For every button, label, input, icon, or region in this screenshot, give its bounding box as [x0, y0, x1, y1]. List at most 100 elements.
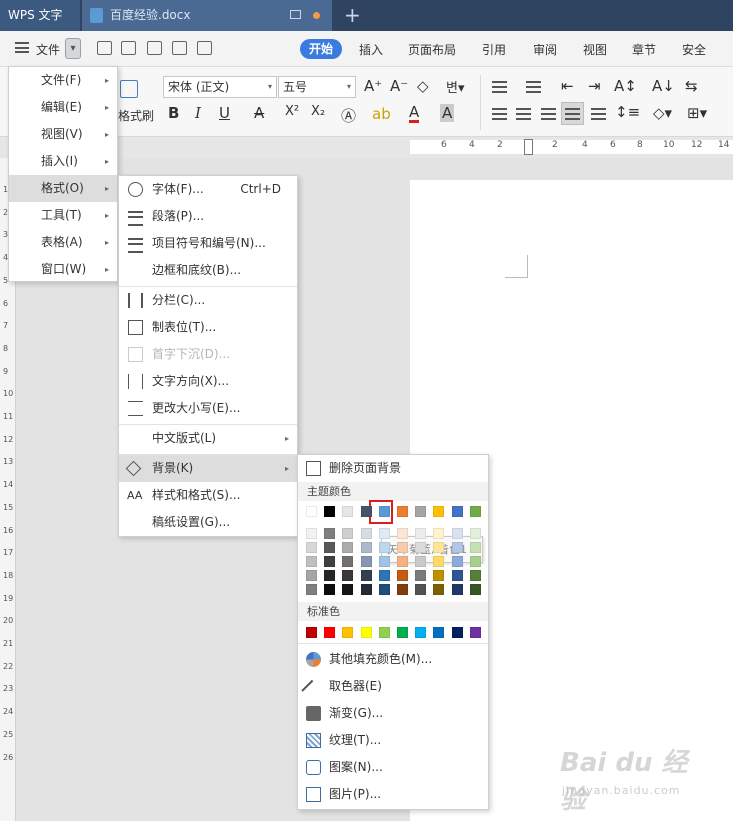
theme-shade-swatch[interactable] [469, 556, 481, 567]
theme-shade-swatch[interactable] [451, 556, 463, 567]
standard-color-swatch[interactable] [451, 627, 463, 638]
theme-color-swatch[interactable] [451, 506, 463, 517]
theme-shade-swatch[interactable] [415, 556, 427, 567]
tab-page-layout[interactable]: 页面布局 [408, 41, 456, 58]
superscript-button[interactable]: X² [285, 104, 299, 119]
theme-shade-swatch[interactable] [306, 528, 317, 539]
file-menu-dropdown-button[interactable]: ▾ [65, 38, 81, 59]
increase-indent-icon[interactable]: ⇥ [588, 77, 601, 95]
phonetic-guide-icon[interactable]: 변▾ [446, 77, 465, 96]
theme-shade-swatch[interactable] [324, 584, 336, 595]
theme-shade-swatch[interactable] [378, 542, 390, 553]
theme-shade-swatch[interactable] [469, 570, 481, 581]
tab-home[interactable]: 开始 [300, 39, 342, 59]
theme-shade-swatch[interactable] [451, 528, 463, 539]
strikethrough-button[interactable]: A [254, 104, 264, 122]
menu-item-paragraph[interactable]: 段落(P)... [119, 203, 297, 230]
theme-shade-swatch[interactable] [469, 584, 481, 595]
menu-item-format[interactable]: 格式(O) ▸ [9, 175, 117, 202]
theme-shade-swatch[interactable] [342, 556, 354, 567]
print-icon[interactable] [172, 41, 187, 55]
theme-shade-swatch[interactable] [451, 542, 463, 553]
menu-item-remove-background[interactable]: 删除页面背景 [298, 455, 488, 482]
document-tab[interactable]: 百度经验.docx [82, 0, 332, 31]
theme-shade-swatch[interactable] [306, 542, 317, 553]
menu-item-manuscript-settings[interactable]: 稿纸设置(G)... [119, 509, 297, 536]
menu-item-gradient[interactable]: 渐变(G)... [298, 700, 488, 727]
borders-icon[interactable]: ⊞▾ [687, 104, 707, 122]
shrink-font-icon[interactable]: A⁻ [390, 77, 408, 95]
standard-color-swatch[interactable] [397, 627, 408, 638]
theme-shade-swatch[interactable] [397, 528, 408, 539]
theme-shade-swatch[interactable] [360, 556, 372, 567]
menu-item-styles-formatting[interactable]: AA 样式和格式(S)... [119, 482, 297, 509]
save-icon[interactable] [121, 41, 136, 55]
standard-color-swatch[interactable] [415, 627, 427, 638]
character-shading-button[interactable]: A [440, 104, 455, 122]
menu-item-tools[interactable]: 工具(T) ▸ [9, 202, 117, 229]
tab-insert[interactable]: 插入 [359, 41, 383, 58]
menu-item-table[interactable]: 表格(A) ▸ [9, 229, 117, 256]
theme-shade-swatch[interactable] [342, 570, 354, 581]
standard-color-swatch[interactable] [469, 627, 481, 638]
theme-color-swatch[interactable] [469, 506, 481, 517]
standard-color-swatch[interactable] [324, 627, 336, 638]
menu-item-background[interactable]: 背景(K) ▸ [119, 455, 297, 482]
theme-shade-swatch[interactable] [360, 542, 372, 553]
open-folder-icon[interactable] [97, 41, 112, 55]
justify-button[interactable] [561, 102, 584, 125]
theme-shade-swatch[interactable] [451, 584, 463, 595]
underline-button[interactable]: U [219, 104, 230, 122]
print-preview-icon[interactable] [197, 41, 212, 55]
theme-color-swatch[interactable] [360, 506, 372, 517]
theme-shade-swatch[interactable] [433, 542, 445, 553]
subscript-button[interactable]: X₂ [311, 104, 325, 119]
text-effect-icon[interactable]: Ⓐ [341, 105, 356, 126]
theme-shade-swatch[interactable] [433, 528, 445, 539]
font-name-select[interactable]: 宋体 (正文) ▾ [163, 76, 277, 98]
theme-shade-swatch[interactable] [342, 528, 354, 539]
theme-shade-swatch[interactable] [324, 570, 336, 581]
theme-shade-swatch[interactable] [433, 570, 445, 581]
menu-item-view[interactable]: 视图(V) ▸ [9, 121, 117, 148]
new-tab-button[interactable]: + [344, 3, 361, 27]
theme-shade-swatch[interactable] [378, 570, 390, 581]
menu-item-tabs[interactable]: 制表位(T)... [119, 314, 297, 341]
chinese-layout-icon[interactable]: A↕ [614, 77, 637, 95]
theme-shade-swatch[interactable] [451, 570, 463, 581]
menu-item-pattern[interactable]: 图案(N)... [298, 754, 488, 781]
theme-color-swatch[interactable] [397, 506, 408, 517]
hamburger-menu-icon[interactable] [15, 42, 29, 53]
theme-shade-swatch[interactable] [378, 556, 390, 567]
font-size-select[interactable]: 五号 ▾ [278, 76, 356, 98]
menu-item-change-case[interactable]: 更改大小写(E)... [119, 395, 297, 422]
tab-view[interactable]: 视图 [583, 41, 607, 58]
menu-item-text-direction[interactable]: 文字方向(X)... [119, 368, 297, 395]
menu-item-bullets-numbering[interactable]: 项目符号和编号(N)... [119, 230, 297, 257]
theme-shade-swatch[interactable] [306, 570, 317, 581]
theme-color-swatch[interactable] [324, 506, 336, 517]
theme-shade-swatch[interactable] [378, 584, 390, 595]
distributed-icon[interactable] [591, 108, 606, 120]
theme-shade-swatch[interactable] [397, 556, 408, 567]
show-hide-marks-icon[interactable]: ⇆ [685, 77, 698, 95]
align-right-icon[interactable] [541, 108, 556, 120]
theme-shade-swatch[interactable] [415, 584, 427, 595]
tab-references[interactable]: 引用 [482, 41, 506, 58]
indent-marker-handle[interactable] [524, 139, 533, 155]
theme-shade-swatch[interactable] [469, 528, 481, 539]
theme-color-swatch[interactable] [415, 506, 427, 517]
standard-color-swatch[interactable] [378, 627, 390, 638]
sort-icon[interactable]: A↓ [652, 77, 675, 95]
theme-shade-swatch[interactable] [360, 528, 372, 539]
theme-shade-swatch[interactable] [415, 528, 427, 539]
menu-item-asian-layout[interactable]: 中文版式(L) ▸ [119, 425, 297, 452]
theme-shade-swatch[interactable] [433, 584, 445, 595]
theme-shade-swatch[interactable] [306, 556, 317, 567]
format-painter-icon[interactable] [120, 80, 138, 98]
app-tab[interactable]: WPS 文字 [0, 0, 80, 31]
menu-item-edit[interactable]: 编辑(E) ▸ [9, 94, 117, 121]
theme-shade-swatch[interactable] [324, 528, 336, 539]
clear-format-icon[interactable]: ◇ [417, 77, 429, 95]
export-pdf-icon[interactable] [147, 41, 162, 55]
